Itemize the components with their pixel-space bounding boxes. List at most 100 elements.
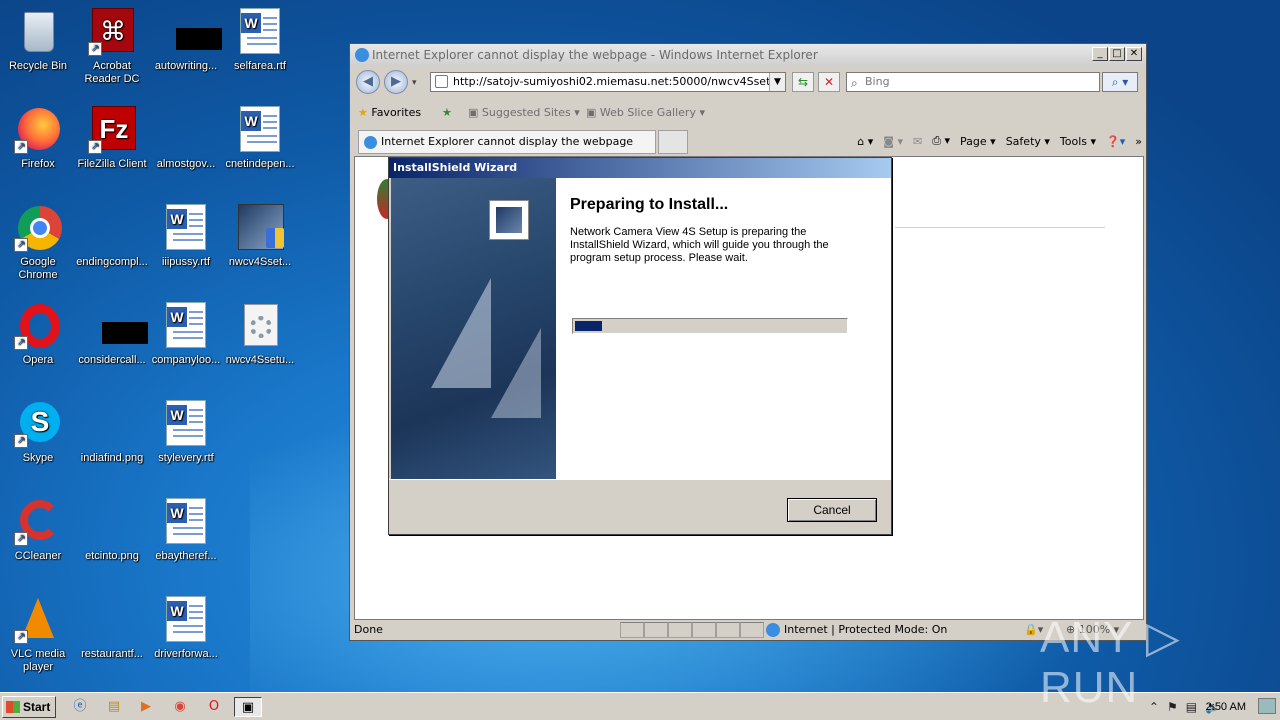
status-cell (620, 622, 644, 638)
feeds-icon[interactable]: ◙ ▾ (883, 135, 903, 148)
desktop-icon-almostgov[interactable]: almostgov... (148, 106, 224, 171)
desktop-icon-endingcompl[interactable]: endingcompl... (74, 204, 150, 269)
acrobat-icon: ⌘ ↗ (88, 8, 136, 56)
firefox-icon: ↗ (14, 106, 62, 154)
status-cell (668, 622, 692, 638)
forward-icon[interactable]: ▶ (384, 70, 408, 94)
desktop-icon-considercall[interactable]: considercall... (74, 302, 150, 367)
tab-current[interactable]: Internet Explorer cannot display the web… (358, 130, 656, 154)
new-tab-button[interactable] (658, 130, 688, 154)
taskbar-opera-icon[interactable]: O (200, 697, 228, 717)
skype-icon: S ↗ (14, 400, 62, 448)
ie-titlebar[interactable]: Internet Explorer cannot display the web… (350, 44, 1146, 66)
sail-graphic (431, 278, 491, 388)
address-bar[interactable]: http://satojv-sumiyoshi02.miemasu.net:50… (430, 72, 786, 92)
star-icon: ★ (358, 106, 368, 119)
safety-menu[interactable]: Safety ▾ (1006, 135, 1050, 148)
desktop-icon-ebaytheref[interactable]: W ebaytheref... (148, 498, 224, 563)
desktop-icon-skype[interactable]: S ↗ Skype (0, 400, 76, 465)
word-doc-icon: W (162, 400, 210, 448)
desktop-icon-restaurantf[interactable]: restaurantf... (74, 596, 150, 661)
desktop-icon-vlc[interactable]: ↗ VLC media player (0, 596, 76, 674)
tools-menu[interactable]: Tools ▾ (1060, 135, 1096, 148)
refresh-icon[interactable]: ⇆ (792, 72, 814, 92)
word-doc-icon: W (162, 204, 210, 252)
desktop-icon-filezilla[interactable]: Fz ↗ FileZilla Client (74, 106, 150, 171)
mail-icon[interactable]: ✉ (913, 135, 922, 148)
installer-icon (236, 204, 284, 252)
desktop-icon-autowriting[interactable]: autowriting... (148, 8, 224, 73)
taskbar-installer-icon[interactable]: ▣ (234, 697, 262, 717)
desktop-icon-ccleaner[interactable]: ↗ CCleaner (0, 498, 76, 563)
image-icon (88, 400, 136, 448)
desktop-icon-stylevery[interactable]: W stylevery.rtf (148, 400, 224, 465)
dialog-titlebar[interactable]: InstallShield Wizard (389, 158, 891, 178)
desktop-icon-selfarea[interactable]: W selfarea.rtf (222, 8, 298, 73)
taskbar-chrome-icon[interactable]: ◉ (166, 697, 194, 717)
favorites-bar: ★ Favorites ★ ▣ Suggested Sites ▾ ▣ Web … (350, 100, 1146, 126)
history-dropdown-icon[interactable]: ▾ (412, 78, 417, 88)
desktop-icon-chrome[interactable]: ↗ Google Chrome (0, 204, 76, 282)
window-controls: _ □ ✕ (1092, 47, 1142, 61)
opera-icon: ↗ (14, 302, 62, 350)
file-icon (162, 106, 210, 154)
ie-navbar: ◀ ▶ ▾ http://satojv-sumiyoshi02.miemasu.… (350, 66, 1146, 96)
desktop-icon-nwcv4ssetu[interactable]: nwcv4Ssetu... (222, 302, 298, 367)
progress-fill (575, 321, 602, 331)
tab-strip: Internet Explorer cannot display the web… (350, 128, 1146, 156)
overflow-icon[interactable]: » (1135, 135, 1142, 148)
file-icon (162, 8, 222, 56)
web-slice-gallery-link[interactable]: ▣ Web Slice Gallery ▾ (586, 106, 705, 119)
taskbar-media-player-icon[interactable]: ▶ (132, 697, 160, 717)
cancel-button[interactable]: Cancel (787, 498, 877, 522)
desktop-icon-companyloo[interactable]: W companyloo... (148, 302, 224, 367)
page-menu[interactable]: Page ▾ (960, 135, 996, 148)
chrome-icon: ↗ (14, 204, 62, 252)
maximize-icon[interactable]: □ (1109, 47, 1125, 61)
desktop-icon-nwcv4sset[interactable]: nwcv4Sset... (222, 204, 298, 269)
search-input[interactable]: ⌕ Bing (846, 72, 1100, 92)
ie-title-text: Internet Explorer cannot display the web… (372, 48, 818, 62)
desktop-icon-acrobat[interactable]: ⌘ ↗ Acrobat Reader DC (74, 8, 150, 86)
desktop-icon-driverforwa[interactable]: W driverforwa... (148, 596, 224, 661)
print-icon[interactable]: ⎙ ▾ (932, 134, 950, 148)
add-favorite-icon[interactable]: ★ (442, 106, 452, 119)
taskbar-ie-icon[interactable]: ⓔ (66, 697, 94, 717)
address-dropdown-icon[interactable]: ▼ (769, 73, 785, 91)
back-icon[interactable]: ◀ (356, 70, 380, 94)
word-doc-icon: W (162, 498, 210, 546)
word-doc-icon: W (236, 8, 284, 56)
dialog-side-banner (391, 178, 556, 479)
desktop-icon-opera[interactable]: ↗ Opera (0, 302, 76, 367)
search-button[interactable]: ⌕ ▾ (1102, 72, 1138, 92)
image-icon (88, 498, 136, 546)
install-progress-bar (572, 318, 848, 334)
minimize-icon[interactable]: _ (1092, 47, 1108, 61)
vlc-icon: ↗ (14, 596, 62, 644)
security-zone[interactable]: Internet | Protected Mode: On (766, 620, 947, 640)
desktop-icon-firefox[interactable]: ↗ Firefox (0, 106, 76, 171)
file-icon (88, 302, 148, 350)
favorites-button[interactable]: ★ Favorites (358, 106, 421, 119)
taskbar-explorer-icon[interactable]: ▤ (100, 697, 128, 717)
globe-icon (766, 623, 780, 637)
word-doc-icon: W (236, 106, 284, 154)
search-icon: ⌕ ▾ (1111, 75, 1129, 89)
close-icon[interactable]: ✕ (1126, 47, 1142, 61)
start-button[interactable]: Start (2, 696, 56, 718)
suggested-sites-link[interactable]: ▣ Suggested Sites ▾ (468, 106, 580, 119)
stop-icon[interactable]: ✕ (818, 72, 840, 92)
home-icon[interactable]: ⌂ ▾ (857, 135, 873, 148)
installshield-logo-icon (489, 200, 529, 240)
ccleaner-icon: ↗ (14, 498, 62, 546)
desktop-icon-cnetindepen[interactable]: W cnetindepen... (222, 106, 298, 171)
word-doc-icon: W (162, 302, 210, 350)
status-cell (692, 622, 716, 638)
status-cell (644, 622, 668, 638)
page-icon (435, 75, 448, 88)
help-icon[interactable]: ❓▾ (1106, 135, 1125, 148)
desktop-icon-etcinto[interactable]: etcinto.png (74, 498, 150, 563)
desktop-icon-recycle-bin[interactable]: Recycle Bin (0, 8, 76, 73)
desktop-icon-iiipussy[interactable]: W iiipussy.rtf (148, 204, 224, 269)
desktop-icon-indiafind[interactable]: indiafind.png (74, 400, 150, 465)
